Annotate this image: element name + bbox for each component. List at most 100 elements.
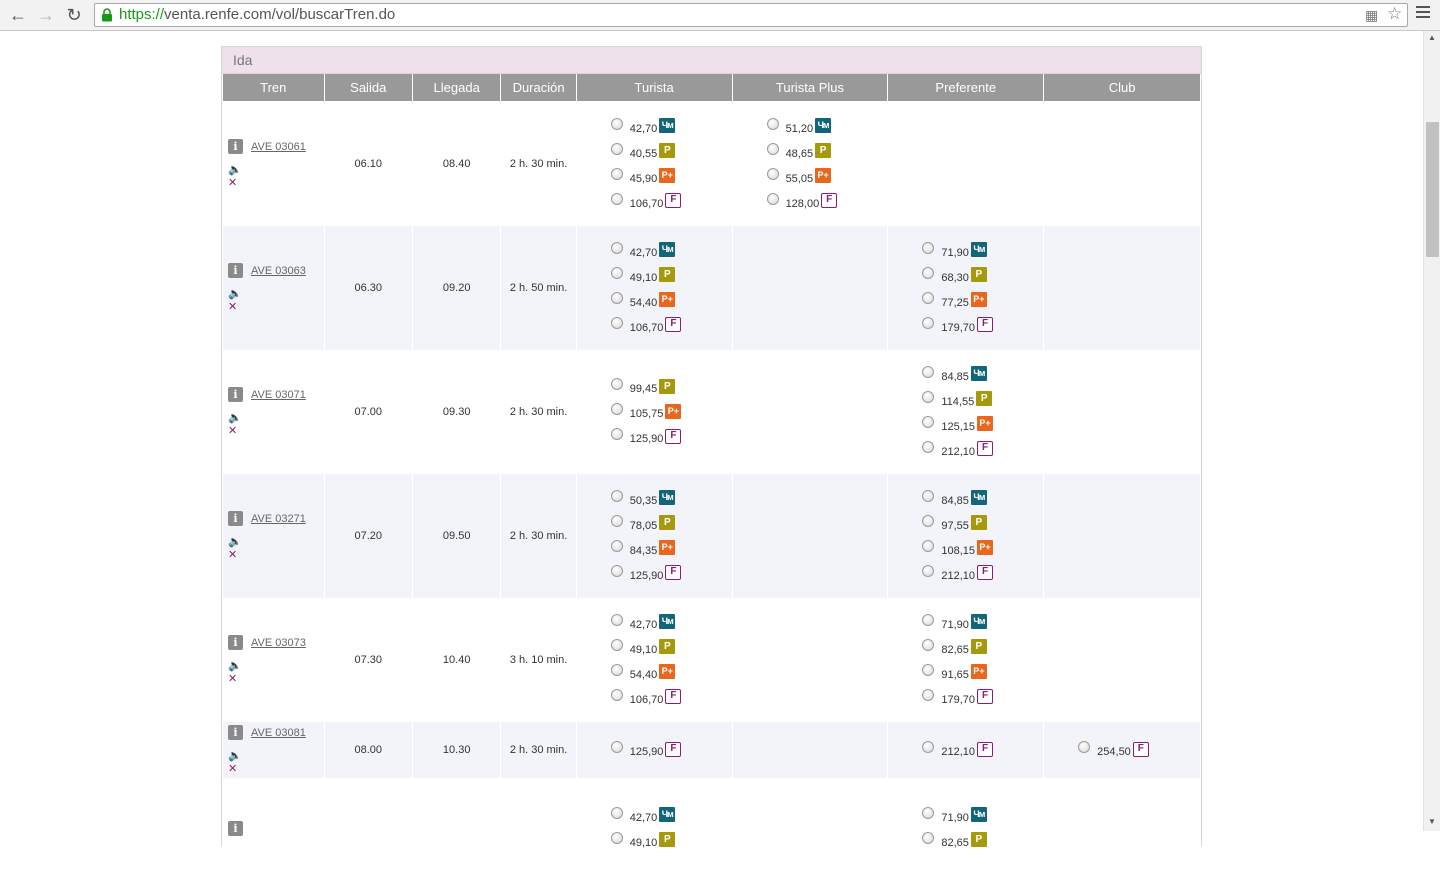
fare-radio[interactable]	[610, 428, 623, 440]
scroll-thumb[interactable]	[1426, 122, 1439, 257]
fare-option[interactable]: 71,90 Чм	[922, 610, 1043, 635]
fare-radio[interactable]	[922, 831, 935, 844]
fare-option[interactable]: 42,70 Чм	[610, 114, 732, 139]
fare-radio[interactable]	[610, 142, 623, 155]
fare-option[interactable]: 54,40 P+	[610, 288, 732, 313]
info-icon[interactable]: i	[228, 139, 243, 154]
fare-option[interactable]: 45,90 P+	[610, 164, 732, 189]
fare-option[interactable]: 254,50 F	[1078, 738, 1200, 763]
fare-option[interactable]: 77,25 P+	[922, 288, 1043, 313]
fare-radio[interactable]	[610, 741, 623, 753]
fare-option[interactable]: 84,85 Чм	[922, 362, 1043, 387]
train-link[interactable]: AVE 03081	[251, 727, 306, 739]
fare-radio[interactable]	[922, 390, 935, 403]
fare-radio[interactable]	[610, 192, 623, 205]
fare-option[interactable]: 71,90 Чм	[922, 803, 1043, 828]
fare-radio[interactable]	[610, 831, 623, 844]
menu-icon[interactable]	[1416, 6, 1430, 20]
fare-radio[interactable]	[610, 316, 623, 329]
fare-option[interactable]: 48,65 P	[766, 139, 888, 164]
fare-option[interactable]: 42,70 Чм	[610, 238, 732, 263]
fare-option[interactable]: 82,65 P	[922, 635, 1043, 660]
fare-radio[interactable]	[610, 539, 623, 552]
fare-radio[interactable]	[766, 117, 779, 130]
fare-option[interactable]: 212,10 F	[922, 738, 1043, 763]
fare-radio[interactable]	[922, 489, 935, 502]
forward-icon[interactable]: →	[36, 5, 56, 25]
fare-radio[interactable]	[610, 403, 623, 415]
fare-option[interactable]: 49,10 P	[610, 263, 732, 288]
info-icon[interactable]: i	[228, 725, 243, 740]
fare-radio[interactable]	[610, 688, 623, 701]
fare-radio[interactable]	[922, 316, 935, 329]
fare-option[interactable]: 99,45 P	[610, 375, 732, 400]
fare-radio[interactable]	[610, 241, 623, 254]
scrollbar[interactable]: ▲ ▼	[1423, 31, 1440, 831]
fare-radio[interactable]	[610, 514, 623, 527]
fare-radio[interactable]	[922, 514, 935, 527]
fare-radio[interactable]	[922, 638, 935, 651]
fare-radio[interactable]	[610, 663, 623, 676]
fare-option[interactable]: 42,70 Чм	[610, 803, 732, 828]
fare-option[interactable]: 49,10 P	[610, 635, 732, 660]
fare-option[interactable]: 212,10 F	[922, 561, 1043, 586]
fare-radio[interactable]	[610, 638, 623, 651]
fare-radio[interactable]	[610, 378, 623, 390]
fare-option[interactable]: 125,90 F	[610, 425, 732, 450]
fare-radio[interactable]	[922, 613, 935, 626]
fare-radio[interactable]	[922, 806, 935, 819]
fare-option[interactable]: 40,55 P	[610, 139, 732, 164]
fare-radio[interactable]	[922, 291, 935, 304]
fare-option[interactable]: 125,15 P+	[922, 412, 1043, 437]
fare-radio[interactable]	[1078, 741, 1091, 753]
train-link[interactable]: AVE 03071	[251, 389, 306, 401]
fare-option[interactable]: 125,90 F	[610, 738, 732, 763]
info-icon[interactable]: i	[228, 387, 243, 402]
info-icon[interactable]: i	[228, 635, 243, 650]
fare-radio[interactable]	[922, 663, 935, 676]
fare-option[interactable]: 108,15 P+	[922, 536, 1043, 561]
fare-option[interactable]: 68,30 P	[922, 263, 1043, 288]
fare-radio[interactable]	[922, 741, 935, 753]
train-link[interactable]: AVE 03073	[251, 637, 306, 649]
fare-radio[interactable]	[610, 489, 623, 502]
star-icon[interactable]: ☆	[1387, 4, 1402, 24]
scroll-down-icon[interactable]: ▼	[1427, 817, 1437, 826]
fare-radio[interactable]	[922, 241, 935, 254]
train-link[interactable]: AVE 03061	[251, 141, 306, 153]
fare-radio[interactable]	[922, 564, 935, 577]
fare-radio[interactable]	[610, 266, 623, 279]
fare-option[interactable]: 55,05 P+	[766, 164, 888, 189]
fare-radio[interactable]	[922, 539, 935, 552]
fare-radio[interactable]	[610, 291, 623, 304]
train-link[interactable]: AVE 03063	[251, 265, 306, 277]
back-icon[interactable]: ←	[8, 5, 28, 25]
fare-option[interactable]: 106,70 F	[610, 189, 732, 214]
fare-radio[interactable]	[610, 564, 623, 577]
fare-option[interactable]: 51,20 Чм	[766, 114, 888, 139]
fare-radio[interactable]	[922, 688, 935, 701]
fare-radio[interactable]	[922, 365, 935, 378]
fare-option[interactable]: 212,10 F	[922, 437, 1043, 462]
fare-option[interactable]: 91,65 P+	[922, 660, 1043, 685]
fare-option[interactable]: 105,75 P+	[610, 400, 732, 425]
info-icon[interactable]: i	[228, 511, 243, 526]
fare-option[interactable]: 97,55 P	[922, 511, 1043, 536]
fare-radio[interactable]	[610, 806, 623, 819]
fare-option[interactable]: 106,70 F	[610, 313, 732, 338]
fare-option[interactable]: 125,90 F	[610, 561, 732, 586]
fare-option[interactable]: 42,70 Чм	[610, 610, 732, 635]
fare-radio[interactable]	[610, 117, 623, 130]
scroll-up-icon[interactable]: ▲	[1427, 33, 1437, 42]
fare-radio[interactable]	[766, 167, 779, 180]
fare-option[interactable]: 114,55 P	[922, 387, 1043, 412]
fare-radio[interactable]	[610, 613, 623, 626]
fare-radio[interactable]	[922, 415, 935, 428]
fare-option[interactable]: 179,70 F	[922, 685, 1043, 710]
info-icon[interactable]: i	[228, 263, 243, 278]
fare-option[interactable]: 128,00 F	[766, 189, 888, 214]
fare-option[interactable]: 106,70 F	[610, 685, 732, 710]
info-icon[interactable]: i	[228, 820, 243, 836]
train-link[interactable]: AVE 03271	[251, 513, 306, 525]
fare-radio[interactable]	[922, 440, 935, 453]
